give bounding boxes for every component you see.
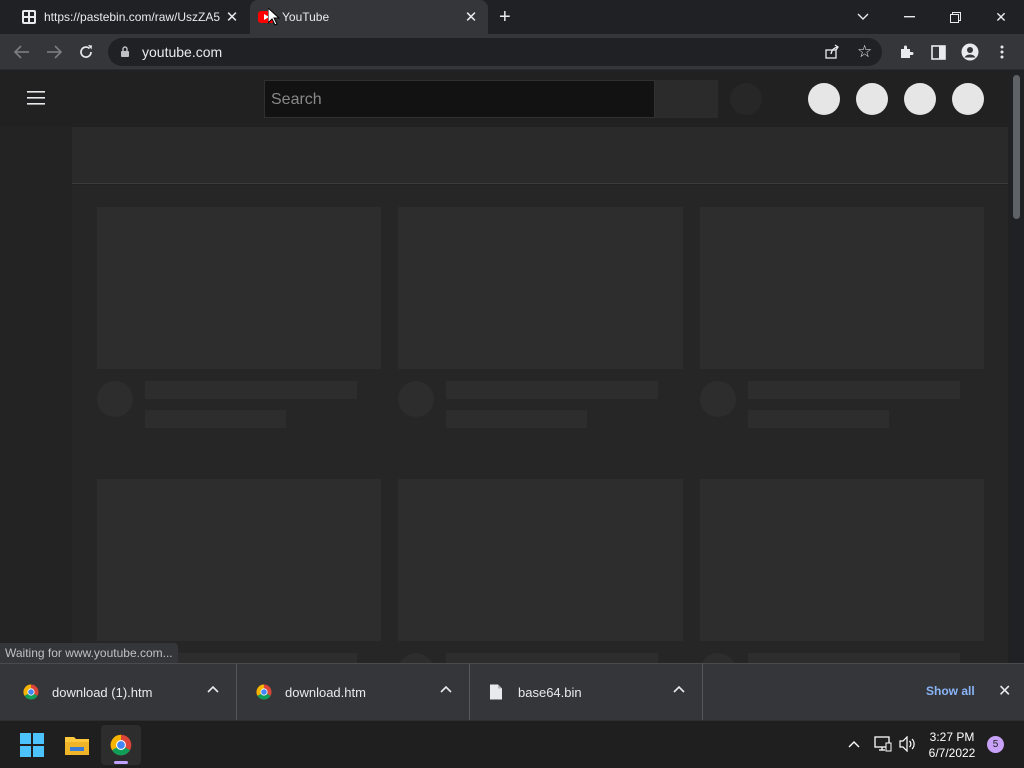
video-thumbnail-placeholder (700, 207, 984, 369)
new-tab-plus-icon[interactable]: + (499, 7, 511, 27)
title-placeholder (145, 381, 357, 399)
video-thumbnail-placeholder (97, 207, 381, 369)
show-hidden-icons-chevron-icon[interactable] (848, 735, 860, 751)
share-icon[interactable] (824, 44, 840, 60)
tab-pastebin[interactable]: https://pastebin.com/raw/UszZA5 ✕ (8, 0, 248, 34)
channel-avatar-placeholder (97, 381, 133, 417)
window-close-icon[interactable]: ✕ (978, 0, 1024, 34)
header-icon-placeholder[interactable] (856, 83, 888, 115)
lock-icon[interactable] (120, 45, 130, 58)
windows-start-icon[interactable] (12, 725, 52, 765)
avatar-placeholder[interactable] (952, 83, 984, 115)
header-icon-placeholder[interactable] (808, 83, 840, 115)
chrome-icon[interactable] (101, 725, 141, 765)
download-filename: download (1).htm (52, 685, 153, 700)
chrome-file-icon (256, 684, 272, 700)
title-placeholder (748, 381, 960, 399)
video-thumbnail-placeholder (97, 479, 381, 641)
download-filename: download.htm (285, 685, 366, 700)
download-item[interactable]: download (1).htm (3, 664, 237, 721)
voice-search-placeholder[interactable] (730, 83, 762, 115)
windows-taskbar: 3:27 PM 6/7/2022 5 (0, 720, 1024, 768)
minimize-icon[interactable] (886, 0, 932, 34)
search-input[interactable]: Search (264, 80, 655, 118)
chevron-up-icon[interactable] (207, 682, 219, 696)
search-placeholder: Search (271, 91, 322, 108)
side-panel-icon[interactable] (922, 34, 954, 70)
extensions-icon[interactable] (890, 34, 922, 70)
taskbar-clock[interactable]: 3:27 PM 6/7/2022 (924, 729, 980, 761)
channel-avatar-placeholder (398, 653, 434, 663)
header-icon-placeholder[interactable] (904, 83, 936, 115)
clock-date: 6/7/2022 (928, 746, 976, 760)
download-shelf: download (1).htm download.htm base64.bin… (0, 663, 1024, 721)
channel-avatar-placeholder (398, 381, 434, 417)
chrome-file-icon (23, 684, 39, 700)
meta-placeholder (446, 410, 587, 428)
address-text: youtube.com (142, 44, 223, 60)
hamburger-menu-icon[interactable] (27, 90, 45, 106)
active-app-indicator (114, 761, 128, 764)
tab-search-icon[interactable] (840, 0, 886, 34)
pastebin-favicon-icon (21, 9, 37, 25)
chrome-menu-icon[interactable] (986, 34, 1018, 70)
address-bar[interactable]: youtube.com ☆ (108, 38, 882, 66)
browser-toolbar: youtube.com ☆ (0, 34, 1024, 70)
close-shelf-icon[interactable]: ✕ (998, 681, 1011, 701)
video-grid-skeleton (72, 185, 1008, 663)
chip-bar-placeholder (72, 127, 1008, 184)
chevron-up-icon[interactable] (440, 682, 452, 696)
chevron-up-icon[interactable] (673, 682, 685, 696)
video-thumbnail-placeholder (398, 479, 683, 641)
back-icon[interactable] (6, 34, 38, 70)
reload-icon[interactable] (70, 34, 102, 70)
title-placeholder (748, 653, 960, 663)
tab-title: https://pastebin.com/raw/UszZA5 (44, 10, 220, 24)
title-placeholder (446, 381, 658, 399)
guide-sidebar (0, 127, 72, 663)
file-explorer-icon[interactable] (57, 725, 97, 765)
volume-icon[interactable] (899, 735, 916, 755)
download-item[interactable]: base64.bin (469, 664, 703, 721)
tab-close-icon[interactable]: ✕ (461, 7, 481, 27)
search-button[interactable] (655, 80, 718, 118)
file-icon (489, 684, 505, 700)
mouse-cursor-icon (267, 6, 281, 26)
download-item[interactable]: download.htm (236, 664, 470, 721)
title-placeholder (446, 653, 658, 663)
clock-time: 3:27 PM (929, 730, 975, 744)
channel-avatar-placeholder (700, 653, 736, 663)
channel-avatar-placeholder (700, 381, 736, 417)
video-thumbnail-placeholder (700, 479, 984, 641)
profile-icon[interactable] (954, 34, 986, 70)
network-icon[interactable] (874, 736, 892, 755)
page-scrollbar[interactable] (1010, 71, 1024, 663)
youtube-page: Search (0, 71, 1010, 663)
star-icon[interactable]: ☆ (857, 42, 872, 62)
meta-placeholder (748, 410, 889, 428)
tab-youtube[interactable]: YouTube ✕ (250, 0, 488, 34)
status-bubble: Waiting for www.youtube.com... (0, 643, 178, 663)
show-all-downloads-link[interactable]: Show all (926, 684, 975, 698)
restore-icon[interactable] (932, 0, 978, 34)
tab-strip: https://pastebin.com/raw/UszZA5 ✕ YouTub… (0, 0, 1024, 34)
tab-title: YouTube (282, 10, 330, 24)
tab-close-icon[interactable]: ✕ (222, 7, 242, 27)
meta-placeholder (145, 410, 286, 428)
download-filename: base64.bin (518, 685, 582, 700)
video-thumbnail-placeholder (398, 207, 683, 369)
masthead: Search (0, 71, 1010, 127)
forward-icon[interactable] (38, 34, 70, 70)
notification-badge[interactable]: 5 (987, 736, 1004, 753)
scrollbar-thumb[interactable] (1013, 75, 1020, 219)
